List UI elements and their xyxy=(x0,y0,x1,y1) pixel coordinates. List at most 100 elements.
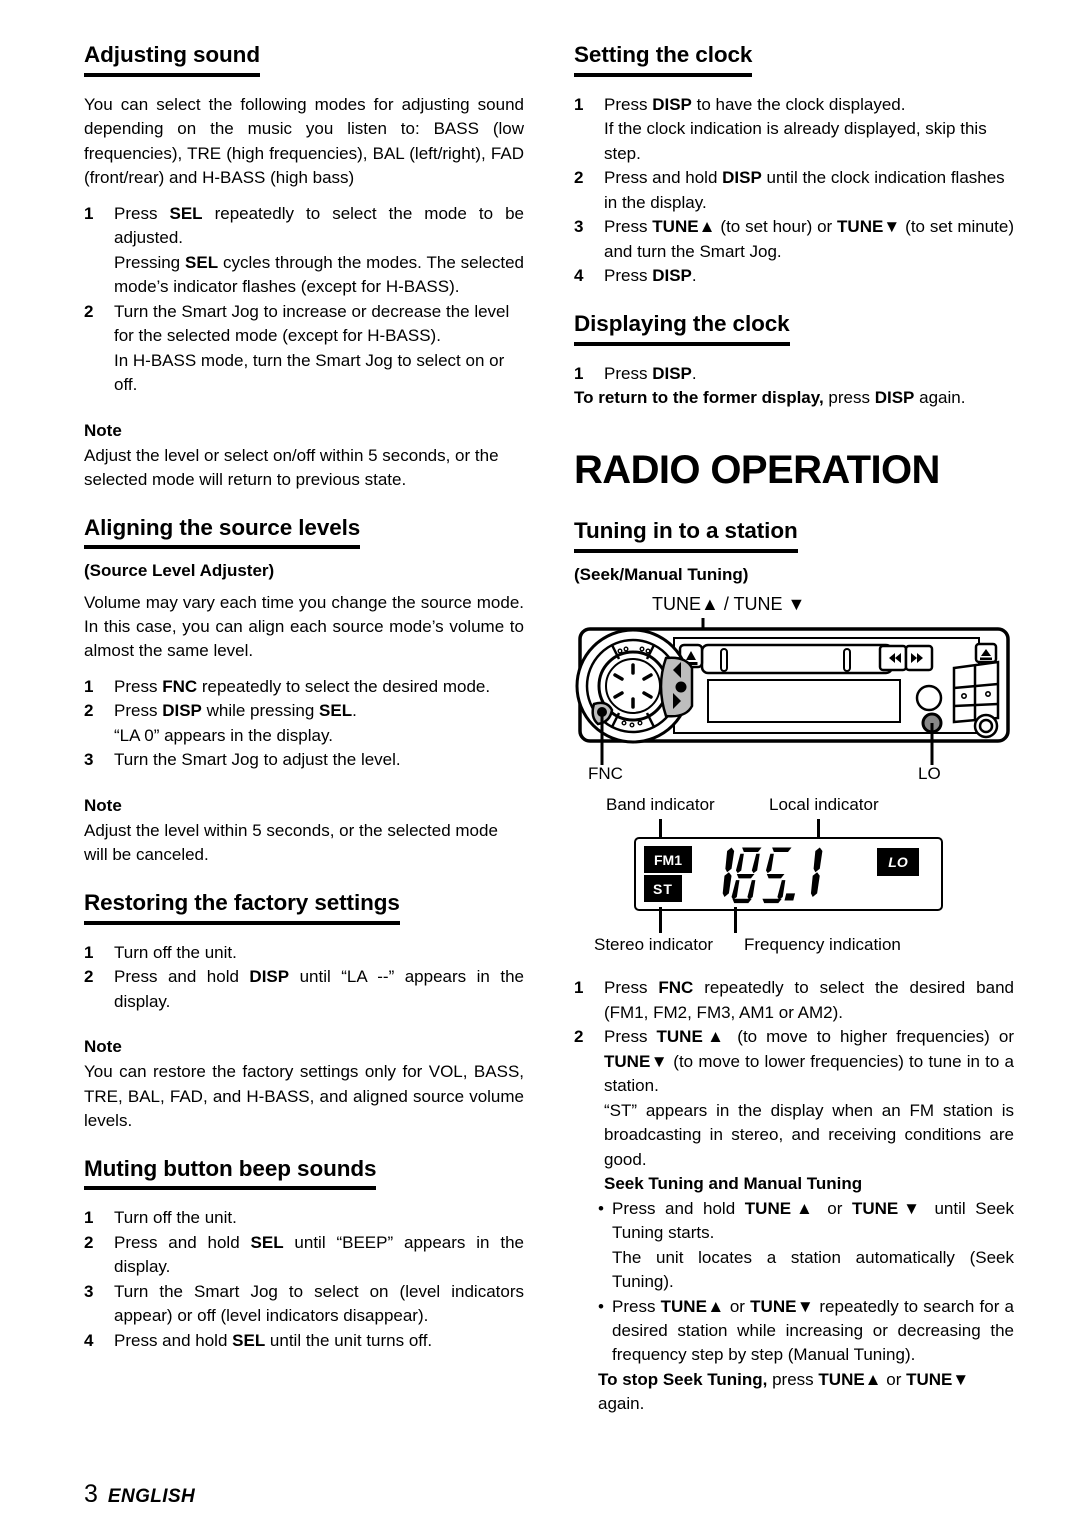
note-body: Adjust the level or select on/off within… xyxy=(84,445,499,490)
key-sel: SEL xyxy=(232,1330,266,1350)
step-text: Press and hold SEL until “BEEP” appears … xyxy=(114,1231,524,1280)
bullet-subtext: The unit locates a station automatically… xyxy=(612,1247,1014,1292)
key-tune-up: TUNE▲ xyxy=(744,1198,818,1218)
step-number: 1 xyxy=(84,942,94,962)
tuning-steps: 1 Press FNC repeatedly to select the des… xyxy=(574,976,1014,1416)
key-sel: SEL xyxy=(319,701,353,721)
step-text: Turn off the unit. xyxy=(114,1208,237,1228)
step-number: 1 xyxy=(574,978,584,998)
key-sel: SEL xyxy=(250,1232,284,1252)
heading-displaying-the-clock: Displaying the clock xyxy=(574,311,790,346)
bullet-text: Press and hold TUNE▲ or TUNE▼ until Seek… xyxy=(612,1197,1014,1246)
key-disp: DISP xyxy=(874,387,915,407)
step-number: 2 xyxy=(574,168,584,188)
callout-anchor-tune xyxy=(675,681,687,693)
step-text-part: Press xyxy=(604,266,653,286)
step-text: Turn off the unit. xyxy=(114,942,237,962)
page-footer: 3 ENGLISH xyxy=(84,1482,195,1507)
lcd-label-stereo-indicator: Stereo indicator xyxy=(594,935,714,955)
step-number: 1 xyxy=(84,203,94,223)
figure-label-lo: LO xyxy=(918,764,941,784)
adjusting-sound-intro: You can select the following modes for a… xyxy=(84,94,524,188)
section-muting-beep-header: Muting button beep sounds xyxy=(84,1156,524,1191)
heading-muting-button-beep-sounds: Muting button beep sounds xyxy=(84,1156,377,1191)
step-item: 3 Press TUNE▲ (to set hour) or TUNE▼ (to… xyxy=(574,215,1014,264)
heading-setting-the-clock: Setting the clock xyxy=(574,42,752,77)
chapter-title-radio-operation: RADIO OPERATION xyxy=(574,448,940,493)
step-item: 1 Press SEL repeatedly to select the mod… xyxy=(84,202,524,251)
lcd-panel: FM1 ST LO xyxy=(634,837,943,912)
key-disp: DISP xyxy=(722,168,762,188)
step-text-part: Press and hold xyxy=(114,1232,251,1252)
step-text: Press FNC repeatedly to select the desir… xyxy=(604,976,1014,1025)
step-text-part: until the unit turns off. xyxy=(265,1330,433,1350)
section-restoring-settings-header: Restoring the factory settings xyxy=(84,890,524,925)
step-text-part: again. xyxy=(914,387,966,407)
step-text-part: Press xyxy=(612,1296,661,1316)
cassette-slot xyxy=(700,644,894,675)
step-item: 1 Turn off the unit. xyxy=(84,1206,524,1230)
step-text-part: Press xyxy=(604,94,653,114)
subheading-seek-manual-tuning: (Seek/Manual Tuning) xyxy=(574,565,749,585)
head-unit-figure: TUNE▲ / TUNE ▼ FNC LO xyxy=(574,594,1014,783)
section-tuning-station-header: Tuning in to a station xyxy=(574,518,1014,554)
lcd-label-local-indicator: Local indicator xyxy=(769,795,879,815)
step-text: Turn the Smart Jog to adjust the level. xyxy=(114,750,401,770)
step-number: 3 xyxy=(574,217,584,237)
aligning-levels-steps: 1 Press FNC repeatedly to select the des… xyxy=(84,675,524,773)
lcd-leader-frequency xyxy=(734,907,737,934)
left-column: Adjusting sound You can select the follo… xyxy=(84,42,524,1353)
step-number: 2 xyxy=(84,967,94,987)
step-text-part: . xyxy=(352,701,357,721)
key-disp: DISP xyxy=(652,94,692,114)
step-number: 3 xyxy=(84,1281,94,1301)
cassette-hub-left xyxy=(720,648,728,673)
note-heading: Note xyxy=(84,795,122,815)
lcd-label-frequency-indication: Frequency indication xyxy=(744,935,901,955)
step-number: 1 xyxy=(574,94,584,114)
step-text-part: Press xyxy=(604,363,653,383)
section-displaying-clock-header: Displaying the clock xyxy=(574,311,1014,346)
step-text-part: Press xyxy=(604,1027,657,1047)
step-number: 4 xyxy=(574,266,584,286)
step-subtext: “LA 0” appears in the display. xyxy=(114,725,333,745)
step-item: 1 Press DISP to have the clock displayed… xyxy=(574,93,1014,117)
lcd-badge-st: ST xyxy=(644,875,682,903)
step-text-part: Press and hold xyxy=(612,1198,745,1218)
cassette-hub-right xyxy=(843,648,851,673)
step-subtext: “ST” appears in the display when an FM s… xyxy=(604,1100,1014,1169)
step-text: Turn the Smart Jog to select on (level i… xyxy=(114,1281,524,1326)
step-item: 4 Press DISP. xyxy=(574,264,1014,288)
key-tune-up: TUNE▲ xyxy=(818,1369,882,1389)
step-number: 1 xyxy=(84,676,94,696)
step-number: 2 xyxy=(574,1027,584,1047)
step-text: Press TUNE▲ (to move to higher frequenci… xyxy=(604,1025,1014,1098)
step-text: Press DISP. xyxy=(604,362,1014,386)
bullet-dot: • xyxy=(598,1198,604,1218)
subheading-source-level-adjuster: (Source Level Adjuster) xyxy=(84,561,275,581)
heading-restoring-factory-settings: Restoring the factory settings xyxy=(84,890,400,925)
step-text: Press and hold DISP until “LA --” appear… xyxy=(114,965,524,1014)
round-button[interactable] xyxy=(915,685,943,712)
step-text: Press DISP while pressing SEL. xyxy=(114,699,524,723)
step-text-part: (to move to higher frequencies) or xyxy=(728,1027,1014,1047)
lcd-label-band-indicator: Band indicator xyxy=(606,795,715,815)
heading-adjusting-sound: Adjusting sound xyxy=(84,42,260,77)
step-text-part: Press and hold xyxy=(114,1330,233,1350)
step-text-part: (to set hour) or xyxy=(715,217,838,237)
step-text-part: Press xyxy=(604,978,659,998)
step-text-part: press xyxy=(823,387,875,407)
heading-tuning-in-to-a-station: Tuning in to a station xyxy=(574,518,798,554)
key-tune-down: TUNE▼ xyxy=(837,217,901,237)
subheading-seek-tuning-manual-tuning: Seek Tuning and Manual Tuning xyxy=(604,1174,863,1194)
head-unit-svg xyxy=(575,618,1010,766)
key-disp: DISP xyxy=(652,266,692,286)
section-setting-clock-header: Setting the clock xyxy=(574,42,1014,77)
step-text-part: or xyxy=(724,1296,751,1316)
key-disp: DISP xyxy=(249,967,290,987)
lcd-frequency-segments xyxy=(722,847,823,904)
step-text: Turn the Smart Jog to increase or decrea… xyxy=(114,301,510,346)
step-text-part: Press xyxy=(114,701,163,721)
step-number: 3 xyxy=(84,750,94,770)
step-item: 2 Press and hold DISP until “LA --” appe… xyxy=(84,965,524,1014)
